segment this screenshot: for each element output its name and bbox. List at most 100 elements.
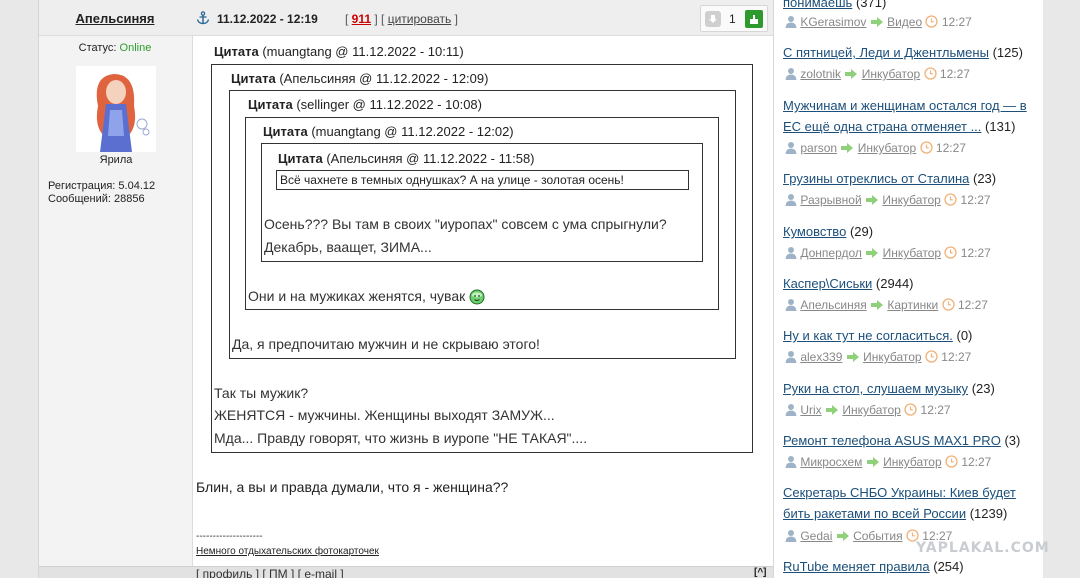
quote-source: (Апельсиняя @ 11.12.2022 - 11:58) [326,151,535,166]
sidebar-topic-user[interactable]: zolotnik [800,67,841,81]
user-icon [785,15,797,31]
user-icon [785,403,797,419]
rating-plus-button[interactable] [745,10,763,28]
status-online: Online [119,42,152,54]
author-status: Статус: Online [38,42,192,54]
arrow-right-icon [870,299,884,314]
sidebar-topic-time: 12:27 [941,15,972,30]
sidebar-topic: Кумовство (29) [783,221,1039,242]
quote-label: Цитата [214,44,259,59]
email-link[interactable]: e-mail [304,567,337,578]
sidebar-topic-count: (371) [855,0,887,10]
signature-link[interactable]: Немного отдыхательских фотокарточек [196,546,379,557]
sidebar-topic-link[interactable]: Ремонт телефона ASUS MAX1 PRO [783,433,1001,448]
messages-count: Сообщений: 28856 [48,193,145,205]
quote-text: Осень??? Вы там в своих "иуропах" совсем… [264,216,667,232]
sidebar-topic-link[interactable]: Грузины отреклись от Сталина [783,171,969,186]
profile-link[interactable]: профиль [203,567,253,578]
sidebar-topic-category[interactable]: Инкубатор [863,350,922,364]
sidebar-topic-category[interactable]: Инкубатор [883,455,942,469]
quote-text: ЖЕНЯТСЯ - мужчины. Женщины выходят ЗАМУЖ… [214,407,555,423]
sidebar-topic-user[interactable]: Разрывной [800,193,861,207]
sidebar-topic-user[interactable]: Urix [800,403,821,417]
user-icon [785,193,797,209]
sidebar-topic: Грузины отреклись от Сталина (23) [783,168,1039,189]
sidebar-topic-meta: Микросхем Инкубатор 12:27 [785,455,991,471]
sidebar-topic-count: (23) [971,381,995,396]
sidebar-topic-count: (131) [985,119,1016,134]
quote-label: Цитата [278,151,323,166]
quote-header: Цитата (muangtang @ 11.12.2022 - 12:02) [263,124,514,139]
sidebar-topic-category[interactable]: События [853,529,903,543]
quote-label: Цитата [263,124,308,139]
quote-link[interactable]: цитировать [388,12,452,26]
watermark: YAPLAKAL.COM [916,540,1050,556]
sidebar-topic: Руки на стол, слушаем музыку (23) [783,378,1039,399]
sidebar-topic: понимаешь (371) [783,0,1039,13]
quote-header: Цитата (Апельсиняя @ 11.12.2022 - 12:09) [231,71,488,86]
clock-icon [941,298,955,314]
sidebar-topic-count: (3) [1004,433,1021,448]
arrow-right-icon [836,530,850,545]
user-icon [785,67,797,83]
scroll-top-button[interactable]: [^] [754,567,767,578]
clock-icon [925,350,938,366]
sidebar-topic-category[interactable]: Видео [887,15,922,29]
smiley-icon [469,289,485,305]
sidebar-topic-user[interactable]: KGerasimov [800,15,866,29]
sidebar-topic-count: (0) [956,328,973,343]
sidebar-topic-link[interactable]: Кумовство [783,224,846,239]
sidebar-topic-link[interactable]: понимаешь [783,0,852,10]
clock-icon [944,246,958,262]
sidebar-topic-user[interactable]: Донпердол [800,246,862,260]
sidebar-topic-meta: parson Инкубатор 12:27 [785,141,966,157]
sidebar-topic-link[interactable]: С пятницей, Леди и Джентльмены [783,45,989,60]
sidebar-topic-meta: KGerasimov Видео 12:27 [785,15,972,31]
sidebar-topic-user[interactable]: Микросхем [800,455,862,469]
sidebar-topic-category[interactable]: Инкубатор [862,67,921,81]
quote-label: Цитата [231,71,276,86]
pm-link[interactable]: ПМ [269,567,288,578]
avatar[interactable] [76,66,156,152]
status-label: Статус: [78,42,117,54]
arrow-right-icon [866,456,880,471]
sidebar-topic-category[interactable]: Картинки [887,298,938,312]
sidebar-topic-category[interactable]: Инкубатор [842,403,901,417]
anchor-icon[interactable] [196,11,210,25]
sidebar-topic-link[interactable]: RuTube меняет правила [783,559,930,574]
sidebar-topic-user[interactable]: alex339 [800,350,842,364]
user-icon [785,298,797,314]
clock-icon [923,67,937,83]
sidebar-topic-count: (2944) [875,276,914,291]
clock-icon [944,193,957,209]
post-number-link[interactable]: 911 [352,12,371,26]
rating-widget: 1 [700,5,768,32]
sidebar-topic-link[interactable]: Руки на стол, слушаем музыку [783,381,968,396]
sidebar-topic-time: 12:27 [920,403,951,418]
author-name-link[interactable]: Апельсиняя [38,11,192,26]
sidebar-topic-link[interactable]: Каспер\Сиськи [783,276,872,291]
sidebar-topic-user[interactable]: parson [800,141,837,155]
sidebar-topic-time: 12:27 [939,67,970,82]
sidebar-topic: RuTube меняет правила (254) [783,556,1039,577]
sidebar-topic-time: 12:27 [935,141,966,156]
post-body: Блин, а вы и правда думали, что я - женщ… [196,479,509,495]
sidebar-topic-count: (1239) [969,506,1008,521]
post-links: [ 911 ] [ цитировать ] [345,12,458,26]
sidebar-topic-meta: Разрывной Инкубатор 12:27 [785,193,991,209]
quote-source: (muangtang @ 11.12.2022 - 12:02) [311,124,514,139]
sidebar-topic-category[interactable]: Инкубатор [858,141,917,155]
rating-minus-button[interactable] [705,11,721,27]
sidebar-topic: Ну и как тут не согласиться. (0) [783,325,1039,346]
sidebar-topic-meta: alex339 Инкубатор 12:27 [785,350,971,366]
sidebar-topic-link[interactable]: Ну и как тут не согласиться. [783,328,953,343]
user-icon [785,141,797,157]
sidebar-topic-count: (23) [973,171,997,186]
post-footer-links: [ профиль ] [ ПМ ] [ e-mail ] [196,567,344,578]
sidebar-topic-category[interactable]: Инкубатор [882,193,941,207]
sidebar-topic-user[interactable]: Gedai [800,529,832,543]
sidebar-topic-time: 12:27 [957,298,988,313]
arrow-right-icon [870,16,884,31]
sidebar-topic-user[interactable]: Апельсиняя [800,298,866,312]
sidebar-topic-category[interactable]: Инкубатор [883,246,942,260]
